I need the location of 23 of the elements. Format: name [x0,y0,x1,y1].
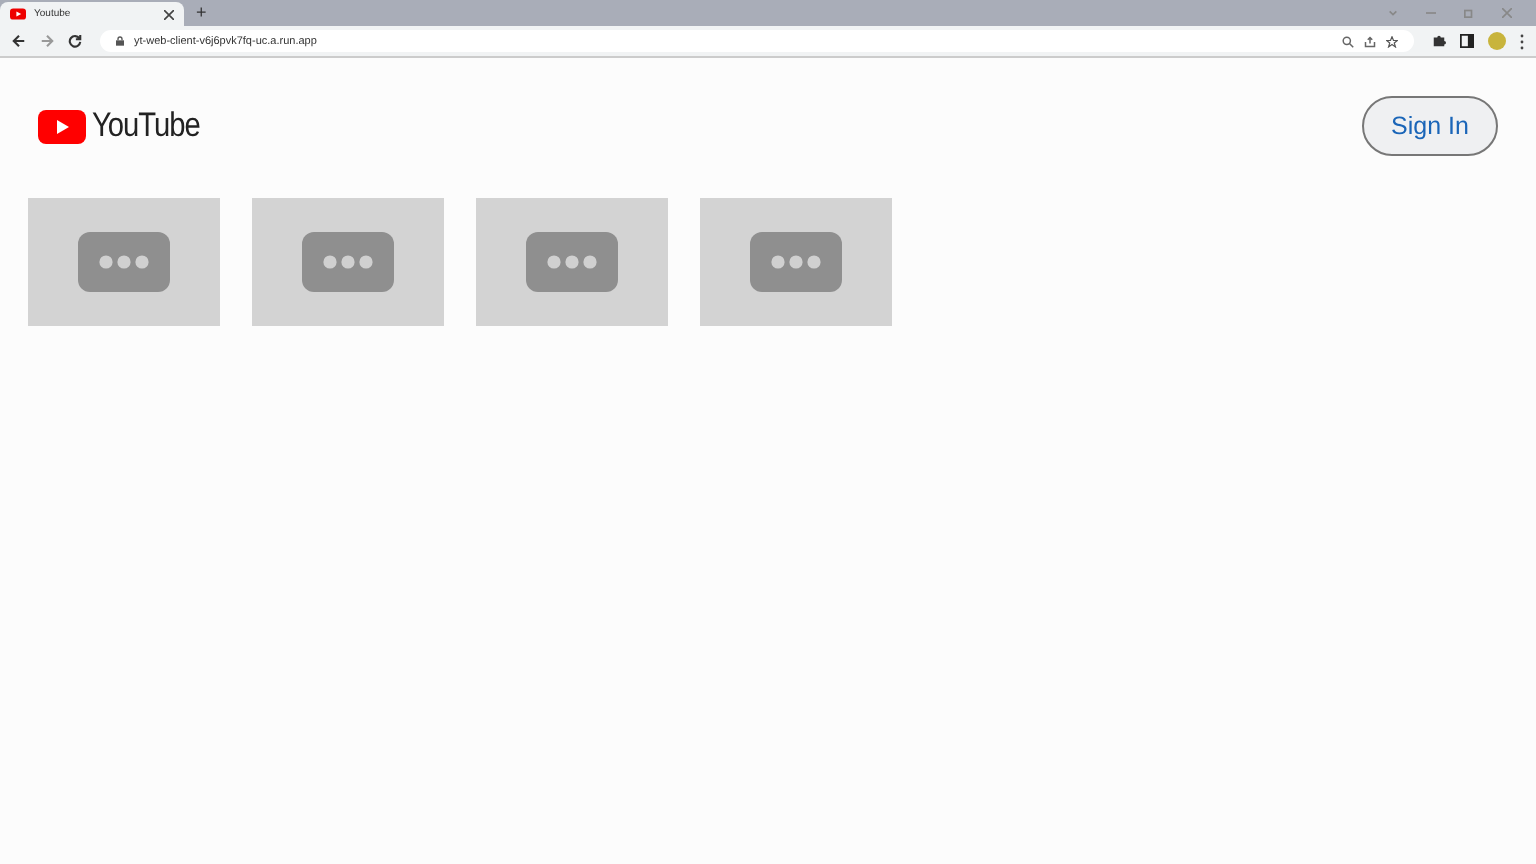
video-thumbnail[interactable] [252,198,444,326]
video-thumbnail[interactable] [28,198,220,326]
new-tab-button[interactable]: + [196,4,207,22]
video-thumbnail[interactable] [700,198,892,326]
back-icon[interactable] [12,34,26,48]
forward-icon[interactable] [40,34,54,48]
star-icon[interactable] [1386,35,1398,47]
more-icon [302,232,394,292]
logo-text[interactable]: YouTube [92,106,200,146]
more-icon [526,232,618,292]
more-icon [78,232,170,292]
share-icon[interactable] [1364,35,1376,47]
puzzle-icon[interactable] [1432,34,1446,48]
play-logo-icon [10,8,26,20]
lock-icon [116,36,124,46]
video-thumbnail[interactable] [476,198,668,326]
side-panel-icon[interactable] [1460,34,1474,48]
more-icon [750,232,842,292]
sign-in-button[interactable]: Sign In [1362,96,1498,156]
play-logo-icon[interactable] [38,109,86,143]
zoom-icon[interactable] [1342,35,1354,47]
close-icon[interactable] [164,9,174,19]
reload-icon[interactable] [68,34,82,48]
